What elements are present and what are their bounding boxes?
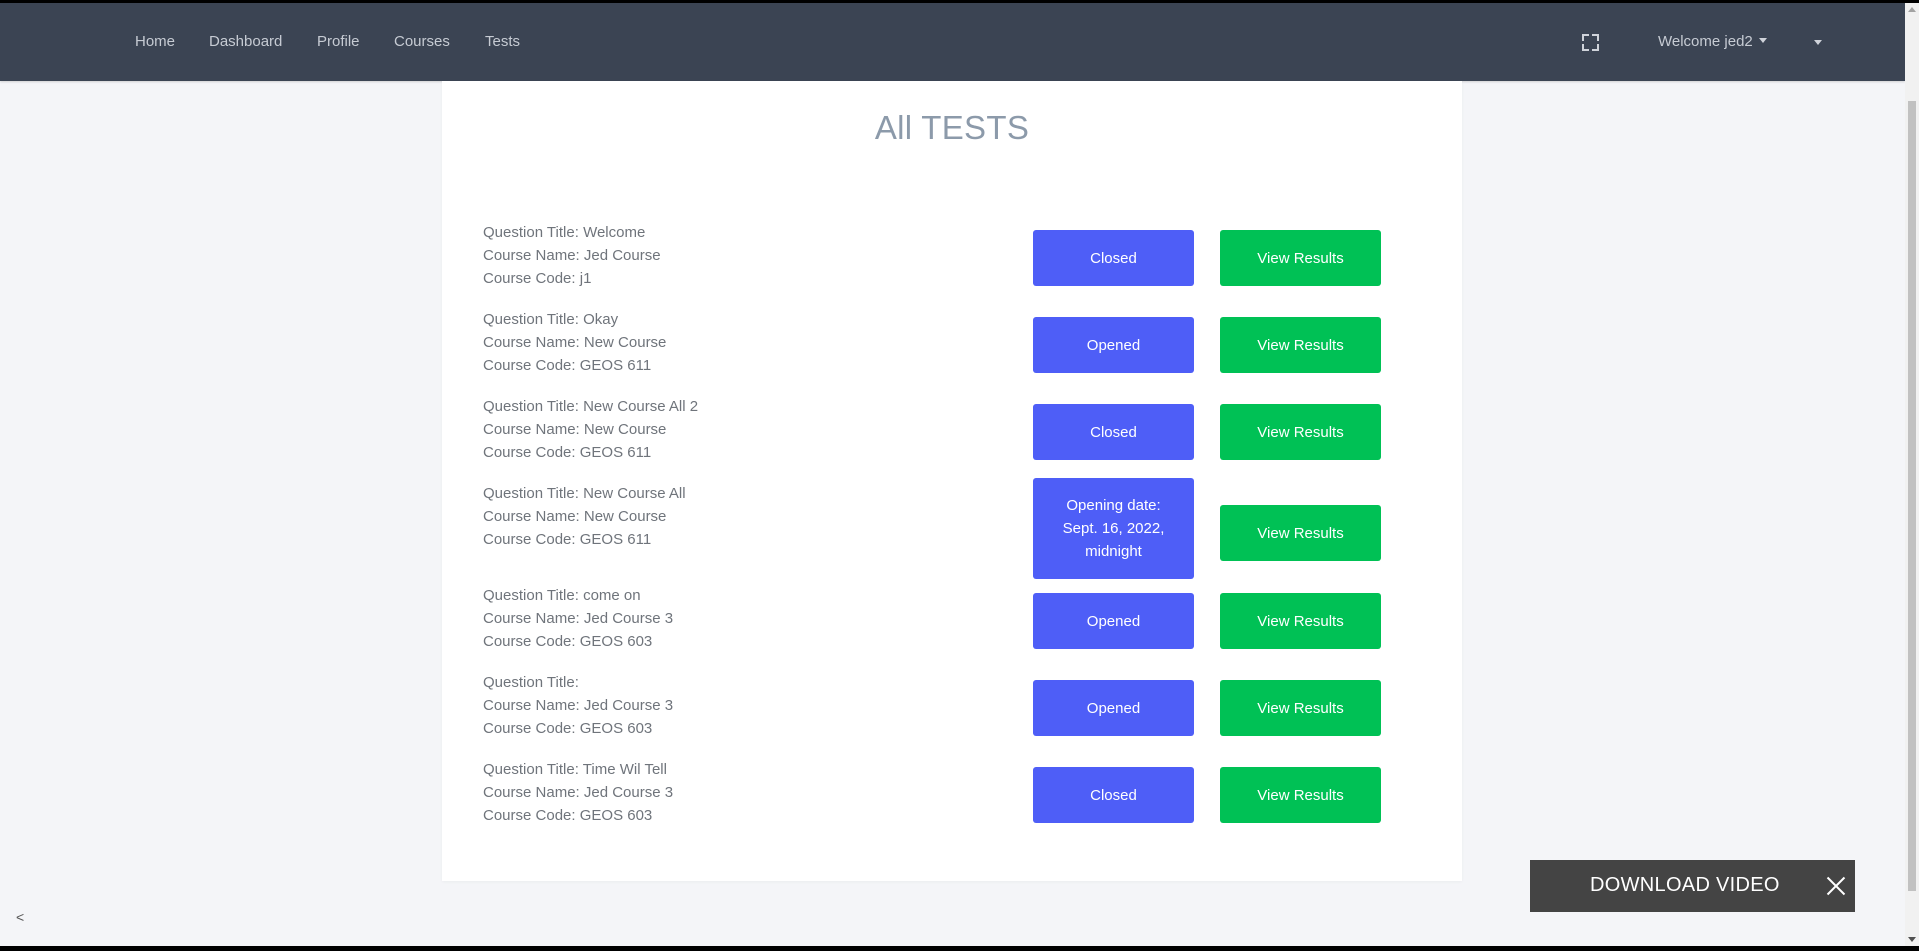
course-name-value: Jed Course 3 [583, 784, 674, 801]
scroll-up-icon[interactable] [1908, 7, 1916, 12]
course-name-label: Course Name: [483, 610, 580, 627]
scrollbar-thumb[interactable] [1908, 101, 1916, 891]
question-title-value: Time Wil Tell [582, 761, 667, 778]
course-code-label: Course Code: [483, 444, 576, 461]
page-title: All TESTS [874, 109, 1030, 146]
test-status-button[interactable]: Closed [1033, 404, 1194, 460]
user-menu-label: Welcome jed2 [1658, 33, 1753, 50]
question-title-value: Welcome [583, 224, 646, 241]
course-code-value: GEOS 603 [579, 633, 653, 650]
course-name-value: New Course [583, 421, 667, 438]
question-title-label: Question Title: [483, 674, 579, 691]
course-name-label: Course Name: [483, 697, 580, 714]
test-info: Question Title: New Course All 2 Course … [483, 395, 698, 464]
test-info: Question Title: Course Name: Jed Course … [483, 671, 673, 740]
download-video-label: DOWNLOAD VIDEO [1590, 874, 1780, 896]
course-code-label: Course Code: [483, 357, 576, 374]
course-code-value: GEOS 603 [579, 807, 653, 824]
nav-link-courses[interactable]: Courses [394, 33, 450, 50]
course-code-value: GEOS 611 [579, 531, 652, 548]
test-info: Question Title: come on Course Name: Jed… [483, 584, 673, 653]
course-name-label: Course Name: [483, 508, 580, 525]
fullscreen-dropdown[interactable] [1582, 34, 1822, 54]
course-code-label: Course Code: [483, 270, 576, 287]
view-results-button[interactable]: View Results [1220, 505, 1381, 561]
course-name-value: New Course [583, 508, 667, 525]
nav-link-dashboard[interactable]: Dashboard [209, 33, 282, 50]
nav-link-home[interactable]: Home [135, 33, 175, 50]
test-info: Question Title: Okay Course Name: New Co… [483, 308, 666, 377]
nav-link-tests[interactable]: Tests [485, 33, 520, 50]
download-video-banner[interactable]: DOWNLOAD VIDEO [1530, 860, 1855, 912]
course-name-value: New Course [583, 334, 667, 351]
question-title-value: Okay [583, 311, 619, 328]
window-bottom-edge [0, 946, 1919, 951]
sidebar-toggle-button[interactable]: < [16, 909, 24, 925]
test-info: Question Title: Time Wil Tell Course Nam… [483, 758, 673, 827]
test-status-button[interactable]: Opened [1033, 317, 1194, 373]
question-title-label: Question Title: [483, 311, 579, 328]
question-title-label: Question Title: [483, 485, 579, 502]
course-name-label: Course Name: [483, 421, 580, 438]
view-results-button[interactable]: View Results [1220, 230, 1381, 286]
test-status-button[interactable]: Opening date: Sept. 16, 2022, midnight [1033, 478, 1194, 579]
page-viewport: Home Dashboard Profile Courses Tests Wel… [0, 3, 1905, 946]
question-title-value: come on [583, 587, 641, 604]
course-name-label: Course Name: [483, 784, 580, 801]
question-title-label: Question Title: [483, 398, 579, 415]
question-title-label: Question Title: [483, 587, 579, 604]
test-info: Question Title: New Course All Course Na… [483, 482, 686, 551]
course-name-value: Jed Course 3 [583, 610, 674, 627]
user-menu-dropdown[interactable]: Welcome jed2 [1658, 33, 1767, 50]
course-code-value: GEOS 603 [579, 720, 653, 737]
course-code-value: GEOS 611 [579, 357, 652, 374]
view-results-button[interactable]: View Results [1220, 593, 1381, 649]
test-status-button[interactable]: Closed [1033, 767, 1194, 823]
view-results-button[interactable]: View Results [1220, 317, 1381, 373]
course-name-label: Course Name: [483, 247, 580, 264]
question-title-value: New Course All 2 [583, 398, 699, 415]
vertical-scrollbar[interactable] [1905, 3, 1919, 946]
scroll-down-icon[interactable] [1908, 937, 1916, 942]
view-results-button[interactable]: View Results [1220, 680, 1381, 736]
top-navbar: Home Dashboard Profile Courses Tests Wel… [0, 3, 1905, 81]
close-icon[interactable] [1826, 876, 1846, 896]
chevron-down-icon [1758, 38, 1767, 43]
question-title-value: New Course All [583, 485, 686, 502]
chevron-down-icon [1814, 40, 1822, 45]
fullscreen-icon [1582, 34, 1599, 51]
course-code-value: j1 [579, 270, 592, 287]
test-status-button[interactable]: Opened [1033, 593, 1194, 649]
question-title-label: Question Title: [483, 761, 579, 778]
course-name-value: Jed Course 3 [583, 697, 674, 714]
course-code-label: Course Code: [483, 807, 576, 824]
course-name-value: Jed Course [583, 247, 661, 264]
course-code-label: Course Code: [483, 633, 576, 650]
course-code-label: Course Code: [483, 720, 576, 737]
view-results-button[interactable]: View Results [1220, 767, 1381, 823]
test-status-button[interactable]: Opened [1033, 680, 1194, 736]
view-results-button[interactable]: View Results [1220, 404, 1381, 460]
tests-card: All TESTS Question Title: Welcome Course… [442, 81, 1462, 881]
course-name-label: Course Name: [483, 334, 580, 351]
test-status-button[interactable]: Closed [1033, 230, 1194, 286]
course-code-value: GEOS 611 [579, 444, 652, 461]
nav-link-profile[interactable]: Profile [317, 33, 360, 50]
question-title-label: Question Title: [483, 224, 579, 241]
course-code-label: Course Code: [483, 531, 576, 548]
test-info: Question Title: Welcome Course Name: Jed… [483, 221, 661, 290]
